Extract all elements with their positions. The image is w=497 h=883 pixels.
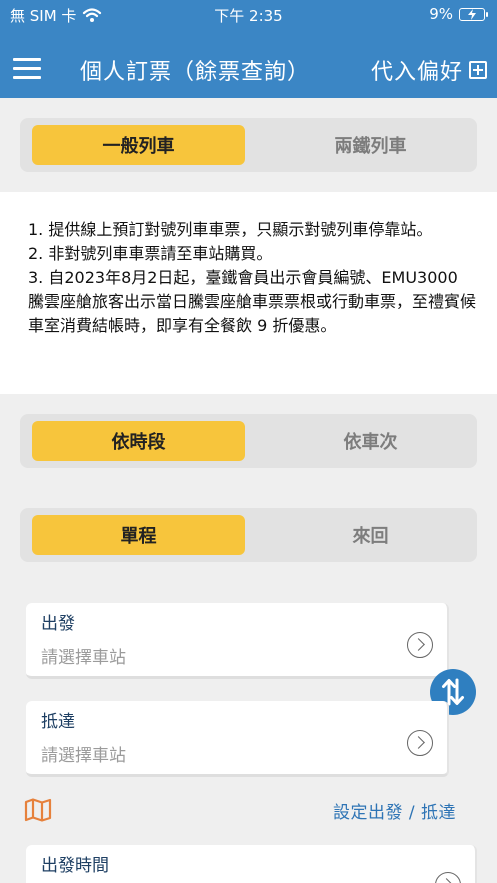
page-title: 個人訂票（餘票查詢） xyxy=(80,60,311,85)
departure-time-label: 出發時間 xyxy=(41,856,109,876)
battery-icon xyxy=(459,7,488,21)
chevron-right-circle-icon xyxy=(407,730,433,756)
arrival-station-field[interactable]: 抵達 請選擇車站 xyxy=(26,701,449,777)
set-departure-arrival-link[interactable]: 設定出發 / 抵達 xyxy=(333,798,456,823)
battery-percent: 9% xyxy=(429,5,453,23)
trip-type-round-trip[interactable]: 來回 xyxy=(264,515,477,555)
notice-line-2: 2. 非對號列車車票請至車站購買。 xyxy=(28,244,273,263)
chevron-right-circle-icon xyxy=(435,872,461,883)
notice-line-3: 3. 自2023年8月2日起，臺鐵會員出示會員編號、EMU3000 騰雲座艙旅客… xyxy=(28,268,477,335)
notice-line-1: 1. 提供線上預訂對號列車車票，只顯示對號列車停靠站。 xyxy=(28,220,433,239)
notice-panel: 1. 提供線上預訂對號列車車票，只顯示對號列車停靠站。 2. 非對號列車車票請至… xyxy=(0,192,497,394)
load-preferences-label: 代入偏好 xyxy=(370,60,463,85)
status-time: 下午 2:35 xyxy=(214,7,283,25)
search-mode-by-train[interactable]: 依車次 xyxy=(264,421,477,461)
load-preferences-button[interactable]: 代入偏好 xyxy=(371,54,487,86)
train-type-bike[interactable]: 兩鐵列車 xyxy=(264,125,477,165)
plus-box-icon xyxy=(469,61,487,79)
departure-station-field[interactable]: 出發 請選擇車站 xyxy=(26,603,449,679)
chevron-right-circle-icon xyxy=(407,632,433,658)
arrival-label: 抵達 xyxy=(41,712,75,732)
arrival-placeholder: 請選擇車站 xyxy=(41,746,126,766)
departure-time-field[interactable]: 出發時間 xyxy=(26,845,477,883)
status-right: 9% xyxy=(429,5,488,23)
search-mode-by-time[interactable]: 依時段 xyxy=(32,421,245,461)
search-mode-segment: 依時段 依車次 xyxy=(20,414,477,468)
trip-type-segment: 單程 來回 xyxy=(20,508,477,562)
map-icon[interactable] xyxy=(24,798,52,822)
train-type-segment: 一般列車 兩鐵列車 xyxy=(20,118,477,172)
trip-type-one-way[interactable]: 單程 xyxy=(32,515,245,555)
nav-bar: 個人訂票（餘票查詢） 代入偏好 xyxy=(0,30,497,98)
status-bar: 無 SIM 卡 下午 2:35 9% xyxy=(0,0,497,30)
departure-placeholder: 請選擇車站 xyxy=(41,648,126,668)
departure-label: 出發 xyxy=(41,614,75,634)
hamburger-icon[interactable] xyxy=(13,58,41,79)
charging-bolt-icon xyxy=(468,8,476,20)
train-type-general[interactable]: 一般列車 xyxy=(32,125,245,165)
